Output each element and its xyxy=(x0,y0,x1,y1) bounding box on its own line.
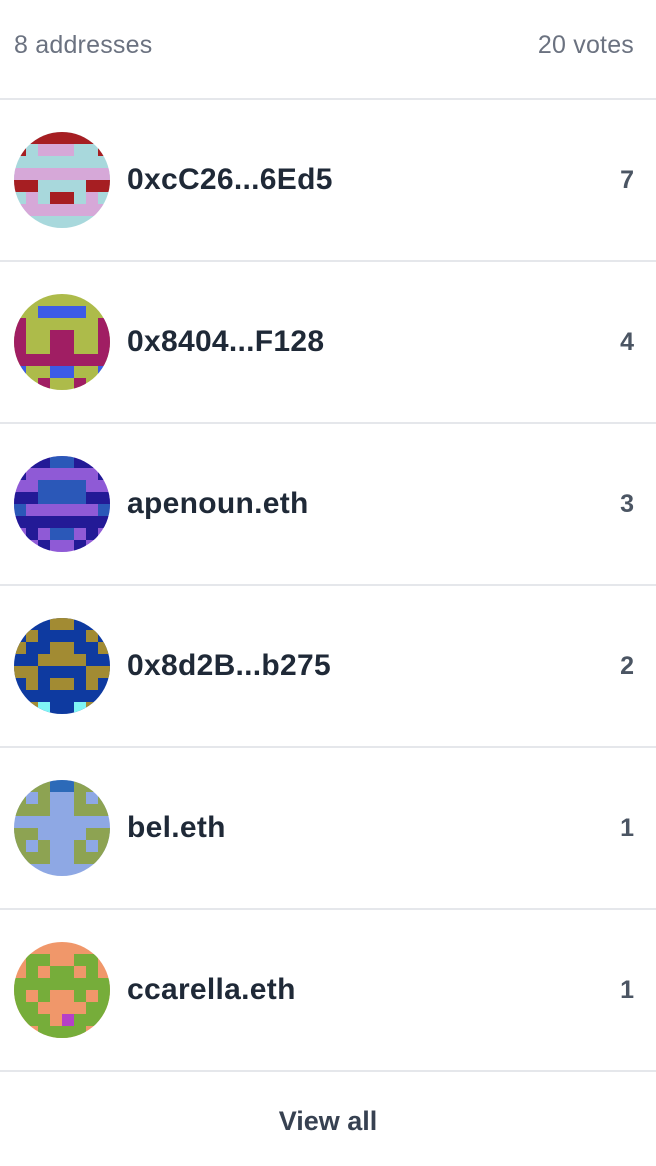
voter-name: bel.eth xyxy=(127,811,226,844)
voter-name: 0xcC26...6Ed5 xyxy=(127,163,333,196)
voters-panel: 8 addresses 20 votes 0xcC26...6Ed5 7 0x8… xyxy=(0,0,656,1156)
voters-summary-header: 8 addresses 20 votes xyxy=(0,0,656,100)
voter-name: 0x8404...F128 xyxy=(127,325,325,358)
avatar-pixels xyxy=(14,942,110,1038)
voter-row[interactable]: apenoun.eth 3 xyxy=(0,424,656,586)
voter-name: ccarella.eth xyxy=(127,973,296,1006)
voter-votes: 3 xyxy=(620,489,634,518)
voter-avatar-icon xyxy=(14,780,110,876)
voter-row[interactable]: 0xcC26...6Ed5 7 xyxy=(0,100,656,262)
voter-row[interactable]: bel.eth 1 xyxy=(0,748,656,910)
avatar-pixels xyxy=(14,456,110,552)
voter-row[interactable]: 0x8404...F128 4 xyxy=(0,262,656,424)
avatar-pixels xyxy=(14,618,110,714)
total-votes: 20 votes xyxy=(537,30,634,59)
avatar-pixels xyxy=(14,780,110,876)
voter-votes: 2 xyxy=(620,651,634,680)
voter-votes: 7 xyxy=(620,165,634,194)
voter-votes: 1 xyxy=(620,813,634,842)
voter-name: 0x8d2B...b275 xyxy=(127,649,332,682)
voter-row[interactable]: ccarella.eth 1 xyxy=(0,910,656,1072)
voter-avatar-icon xyxy=(14,456,110,552)
addresses-count: 8 addresses xyxy=(14,30,153,59)
avatar-pixels xyxy=(14,294,110,390)
voter-avatar-icon xyxy=(14,132,110,228)
voter-avatar-icon xyxy=(14,942,110,1038)
voter-votes: 1 xyxy=(620,975,634,1004)
voter-name: apenoun.eth xyxy=(127,487,309,520)
avatar-pixels xyxy=(14,132,110,228)
voter-avatar-icon xyxy=(14,294,110,390)
voter-avatar-icon xyxy=(14,618,110,714)
view-all-button[interactable]: View all xyxy=(263,1098,394,1145)
voter-row[interactable]: 0x8d2B...b275 2 xyxy=(0,586,656,748)
voter-votes: 4 xyxy=(620,327,634,356)
voter-list: 0xcC26...6Ed5 7 0x8404...F128 4 apenoun.… xyxy=(0,100,656,1072)
list-footer: View all xyxy=(0,1072,656,1166)
